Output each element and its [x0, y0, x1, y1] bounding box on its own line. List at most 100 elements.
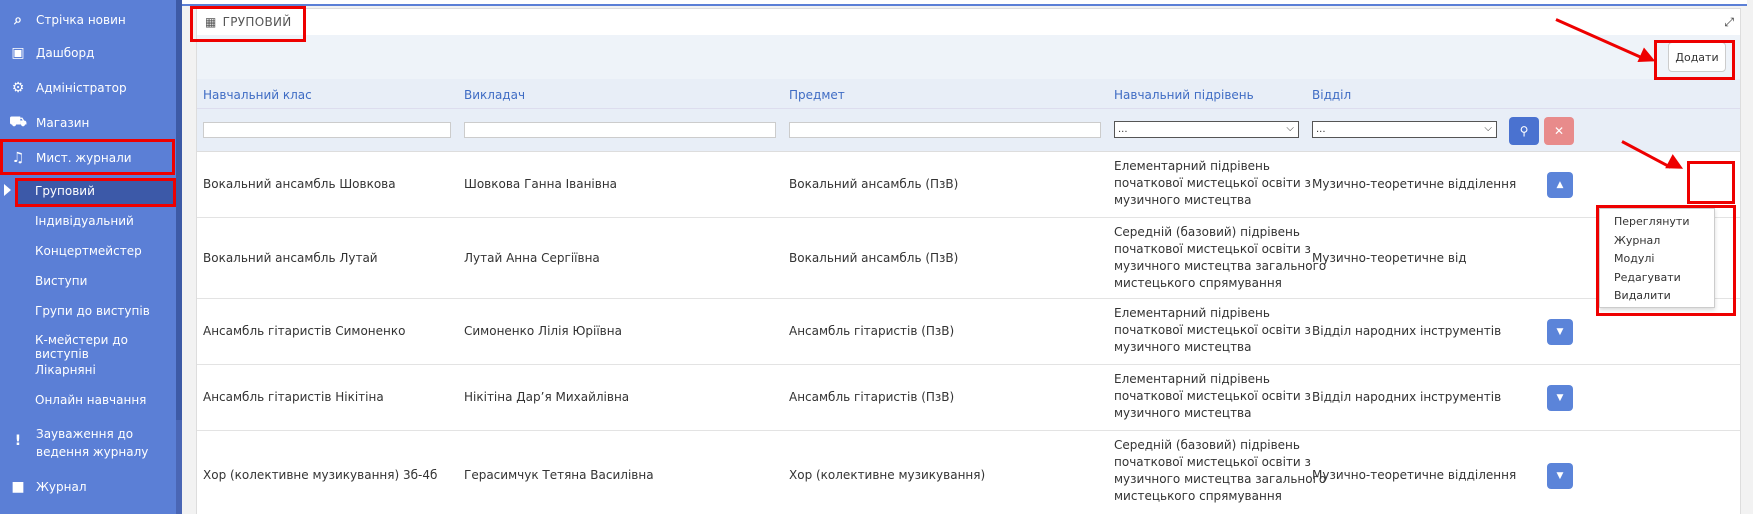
search-icon: ⚲ — [1519, 124, 1529, 138]
sidebar-sub-accomp-perf[interactable]: К-мейстери до виступів — [35, 333, 182, 361]
cell-dept: Музично-теоретичне від — [1312, 251, 1467, 265]
filter-dept-select[interactable]: ... ⌵ — [1312, 121, 1497, 138]
cell-class: Хор (колективне музикування) 3б-4б — [203, 468, 438, 482]
exclamation-icon: ! — [14, 433, 22, 449]
cell-subject: Ансамбль гітаристів (ПзВ) — [789, 390, 955, 404]
level-line: початкової мистецької освіти з — [1114, 323, 1311, 337]
sidebar-sub-individual[interactable]: Індивідуальний — [35, 214, 134, 228]
filter-level-select[interactable]: ... ⌵ — [1114, 121, 1299, 138]
row-actions-button[interactable]: ▼ — [1547, 319, 1573, 345]
annotation-box-title — [190, 6, 306, 42]
level-line: Середній (базовий) підрівень — [1114, 438, 1300, 452]
cell-dept: Відділ народних інструментів — [1312, 324, 1502, 338]
table-row[interactable]: Ансамбль гітаристів Симоненко Симоненко … — [197, 299, 1740, 365]
sidebar-item-label: Зауваження до ведення журналу — [36, 425, 148, 461]
level-line: музичного мистецтва загального — [1114, 259, 1327, 273]
cell-teacher: Герасимчук Тетяна Василівна — [464, 468, 654, 482]
cell-teacher: Лутай Анна Сергіївна — [464, 251, 600, 265]
filter-class-input[interactable] — [203, 122, 451, 138]
select-value: ... — [1118, 124, 1128, 135]
row-actions-button[interactable]: ▼ — [1547, 463, 1573, 489]
top-strip — [182, 0, 1747, 6]
level-line: початкової мистецької освіти з — [1114, 176, 1311, 190]
sidebar-item-admin[interactable]: ⚙ Адміністратор — [0, 78, 176, 98]
table-row[interactable]: Вокальний ансамбль Шовкова Шовкова Ганна… — [197, 152, 1740, 218]
main-area: ▦ ГРУПОВИЙ ⤢ Додати Навчальний клас Викл… — [182, 0, 1753, 514]
sidebar-sub-groups-perf[interactable]: Групи до виступів — [35, 304, 150, 318]
cell-teacher: Шовкова Ганна Іванівна — [464, 177, 618, 191]
annotation-box-row-button — [1687, 161, 1735, 204]
table-header: Навчальний клас Викладач Предмет Навчаль… — [197, 79, 1740, 109]
annotation-box-group — [15, 178, 176, 207]
sidebar-item-remarks[interactable]: ! Зауваження до ведення журналу — [0, 425, 176, 461]
cell-subject: Вокальний ансамбль (ПзВ) — [789, 251, 959, 265]
cell-dept: Музично-теоретичне відділення — [1312, 177, 1517, 191]
search-button[interactable]: ⚲ — [1509, 117, 1539, 145]
header-class[interactable]: Навчальний клас — [203, 88, 312, 102]
sidebar-item-dashboard[interactable]: ▣ Дашборд — [0, 43, 176, 63]
gear-icon: ⚙ — [11, 80, 25, 96]
header-level[interactable]: Навчальний підрівень — [1114, 88, 1254, 102]
table-row[interactable]: Вокальний ансамбль Лутай Лутай Анна Серг… — [197, 218, 1740, 299]
rss-icon: ⌕ — [14, 12, 22, 28]
level-line: початкової мистецької освіти з — [1114, 455, 1311, 469]
sidebar-item-label: Дашборд — [36, 46, 95, 60]
cell-subject: Вокальний ансамбль (ПзВ) — [789, 177, 959, 191]
sidebar-item-journal[interactable]: ■ Журнал — [0, 477, 176, 497]
select-value: ... — [1316, 124, 1326, 135]
chevron-down-icon: ⌵ — [1484, 123, 1492, 134]
level-line: музичного мистецтва загального — [1114, 472, 1327, 486]
clear-filter-button[interactable]: ✕ — [1544, 117, 1574, 145]
row-actions-button[interactable]: ▲ — [1547, 172, 1573, 198]
sidebar-item-label: Адміністратор — [36, 81, 127, 95]
cell-dept: Музично-теоретичне відділення — [1312, 468, 1517, 482]
filter-subject-input[interactable] — [789, 122, 1101, 138]
cell-class: Ансамбль гітаристів Нікітіна — [203, 390, 384, 404]
annotation-box-journals — [0, 139, 175, 175]
dashboard-icon: ▣ — [11, 45, 25, 61]
cell-subject: Хор (колективне музикування) — [789, 468, 986, 482]
filter-teacher-input[interactable] — [464, 122, 776, 138]
table-row[interactable]: Хор (колективне музикування) 3б-4б Герас… — [197, 431, 1740, 514]
cell-class: Вокальний ансамбль Лутай — [203, 251, 378, 265]
annotation-box-menu — [1596, 205, 1736, 316]
header-teacher[interactable]: Викладач — [464, 88, 525, 102]
expand-icon[interactable]: ⤢ — [1724, 15, 1734, 30]
sidebar-item-shop[interactable]: ⛟ Магазин — [0, 113, 176, 133]
row-actions-button[interactable]: ▼ — [1547, 385, 1573, 411]
level-line: Елементарний підрівень — [1114, 306, 1270, 320]
cell-level: Середній (базовий) підрівень початкової … — [1114, 437, 1326, 505]
header-dept[interactable]: Відділ — [1312, 88, 1351, 102]
chevron-down-icon: ▼ — [1556, 327, 1564, 337]
cell-teacher: Симоненко Лілія Юріївна — [464, 324, 622, 338]
cell-level: Елементарний підрівень початкової мистец… — [1114, 305, 1311, 356]
sidebar-item-label-line: ведення журналу — [36, 445, 149, 459]
level-line: Середній (базовий) підрівень — [1114, 225, 1300, 239]
annotation-box-add — [1654, 40, 1735, 80]
cell-level: Елементарний підрівень початкової мистец… — [1114, 371, 1311, 422]
level-line: музичного мистецтва — [1114, 193, 1252, 207]
cell-level: Елементарний підрівень початкової мистец… — [1114, 158, 1311, 209]
group-panel: ▦ ГРУПОВИЙ ⤢ Додати Навчальний клас Викл… — [196, 8, 1741, 514]
sidebar-sub-sick[interactable]: Лікарняні — [35, 363, 96, 377]
sidebar-sub-performances[interactable]: Виступи — [35, 274, 87, 288]
sidebar-item-label: Журнал — [36, 480, 87, 494]
cell-subject: Ансамбль гітаристів (ПзВ) — [789, 324, 955, 338]
cell-teacher: Нікітіна Дар’я Михайлівна — [464, 390, 630, 404]
level-line: мистецького спрямування — [1114, 489, 1282, 503]
sidebar-sub-accompanist[interactable]: Концертмейстер — [35, 244, 142, 258]
sidebar: ⌕ Стрічка новин ▣ Дашборд ⚙ Адміністрато… — [0, 0, 182, 514]
sidebar-item-news[interactable]: ⌕ Стрічка новин — [0, 10, 176, 30]
bookmark-icon: ■ — [11, 479, 25, 495]
header-subject[interactable]: Предмет — [789, 88, 845, 102]
table-row[interactable]: Ансамбль гітаристів Нікітіна Нікітіна Да… — [197, 365, 1740, 431]
level-line: Елементарний підрівень — [1114, 372, 1270, 386]
chevron-down-icon: ⌵ — [1286, 123, 1294, 134]
level-line: музичного мистецтва — [1114, 406, 1252, 420]
cart-icon: ⛟ — [9, 114, 27, 130]
sidebar-item-label: Стрічка новин — [36, 13, 126, 27]
chevron-up-icon: ▲ — [1556, 180, 1564, 190]
sidebar-sub-online[interactable]: Онлайн навчання — [35, 393, 146, 407]
level-line: початкової мистецької освіти з — [1114, 242, 1311, 256]
sidebar-item-label-line: Зауваження до — [36, 427, 134, 441]
